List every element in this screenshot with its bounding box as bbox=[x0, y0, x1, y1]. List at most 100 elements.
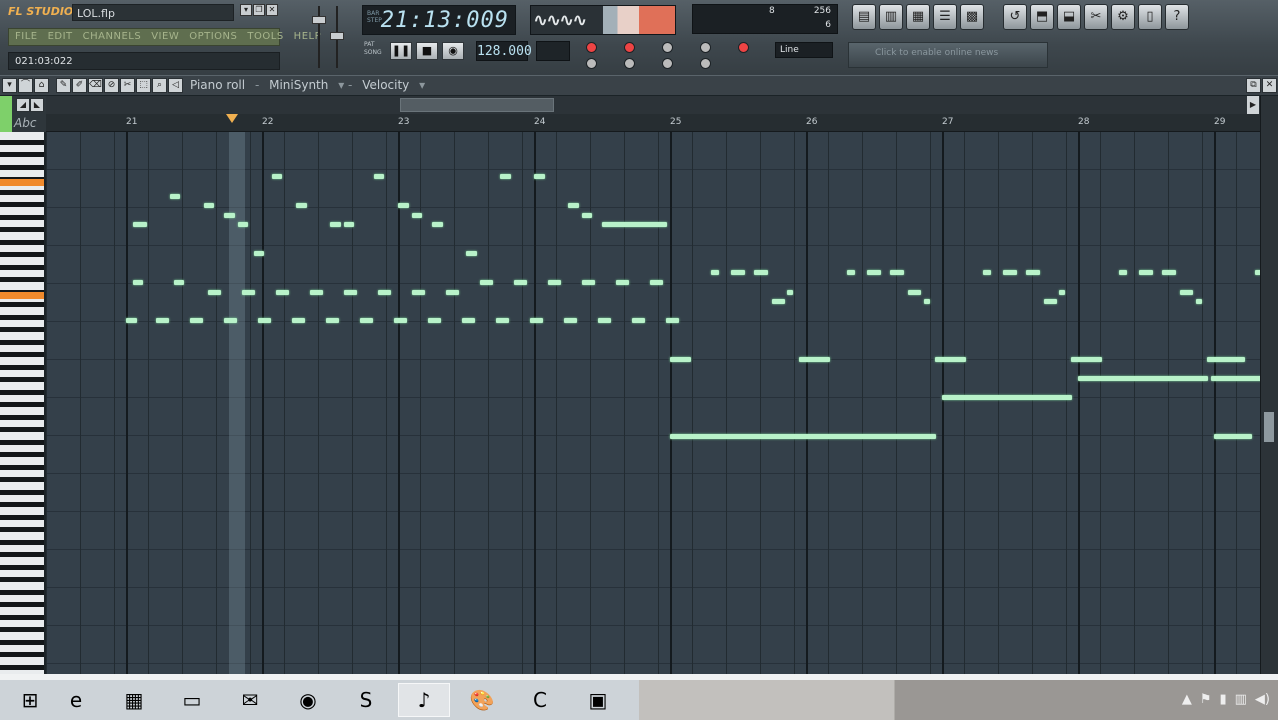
snap-selector[interactable]: Line bbox=[775, 42, 833, 58]
paint-icon[interactable]: 🎨 bbox=[456, 683, 508, 717]
undo-icon[interactable]: ↺ bbox=[1003, 4, 1027, 30]
start-icon[interactable]: ⊞ bbox=[4, 683, 56, 717]
note[interactable] bbox=[330, 222, 341, 228]
note[interactable] bbox=[597, 318, 612, 324]
step-sequencer-icon[interactable]: ▥ bbox=[879, 4, 903, 30]
network-icon[interactable]: ▥ bbox=[1235, 692, 1247, 707]
pause-button[interactable]: ❚❚ bbox=[390, 42, 412, 60]
battery-icon[interactable]: ▮ bbox=[1219, 692, 1226, 707]
note[interactable] bbox=[189, 318, 204, 324]
note[interactable] bbox=[398, 203, 409, 209]
note[interactable] bbox=[534, 174, 545, 180]
note[interactable] bbox=[432, 222, 443, 228]
loop-record-toggle-icon[interactable] bbox=[700, 42, 711, 53]
system-tray[interactable]: ▲ ⚑ ▮ ▥ ◀) bbox=[1182, 692, 1270, 707]
note[interactable] bbox=[982, 270, 991, 276]
note[interactable] bbox=[132, 222, 148, 228]
pat-song-switch[interactable]: PAT SONG bbox=[364, 41, 382, 57]
note[interactable] bbox=[602, 222, 667, 228]
note[interactable] bbox=[1058, 289, 1065, 295]
menu-file[interactable]: FILE bbox=[15, 31, 38, 43]
save-icon[interactable]: ⬒ bbox=[1030, 4, 1054, 30]
note[interactable] bbox=[466, 251, 477, 257]
file-explorer-icon[interactable]: ▭ bbox=[166, 683, 218, 717]
zoom-out-icon[interactable]: ◢ bbox=[16, 98, 30, 112]
event-target-selector[interactable]: Velocity bbox=[362, 78, 409, 92]
note[interactable] bbox=[710, 270, 719, 276]
note[interactable] bbox=[631, 318, 646, 324]
note[interactable] bbox=[1196, 299, 1203, 305]
note[interactable] bbox=[670, 356, 692, 362]
vertical-scroll-thumb[interactable] bbox=[1264, 412, 1274, 442]
note[interactable] bbox=[173, 280, 185, 285]
mail-icon[interactable]: ✉ bbox=[224, 683, 276, 717]
wait-input-toggle-icon[interactable] bbox=[624, 58, 635, 69]
note[interactable] bbox=[670, 433, 937, 439]
piano-roll-icon[interactable]: ▦ bbox=[906, 4, 930, 30]
timeline-ruler[interactable]: 21 22 23 24 25 26 27 28 29 bbox=[46, 114, 1260, 132]
note[interactable] bbox=[1214, 433, 1252, 439]
note[interactable] bbox=[890, 270, 904, 276]
note[interactable] bbox=[223, 212, 235, 218]
select-tool-icon[interactable]: ⬚ bbox=[136, 78, 151, 93]
note[interactable] bbox=[291, 318, 306, 324]
note[interactable] bbox=[1162, 270, 1176, 276]
internet-explorer-icon[interactable]: e bbox=[50, 683, 102, 717]
note[interactable] bbox=[495, 318, 510, 324]
note[interactable] bbox=[257, 318, 272, 324]
note[interactable] bbox=[1044, 299, 1058, 305]
note[interactable] bbox=[786, 289, 793, 295]
note[interactable] bbox=[563, 318, 578, 324]
tray-arrow-icon[interactable]: ▲ bbox=[1182, 692, 1192, 707]
note[interactable] bbox=[309, 289, 323, 295]
blend-notes-toggle-icon[interactable] bbox=[738, 42, 749, 53]
record-button[interactable]: ◉ bbox=[442, 42, 464, 60]
note[interactable] bbox=[1003, 270, 1017, 276]
note[interactable] bbox=[207, 289, 221, 295]
note[interactable] bbox=[942, 395, 1073, 401]
note[interactable] bbox=[445, 289, 459, 295]
volume-icon[interactable]: ◀) bbox=[1255, 692, 1270, 707]
note[interactable] bbox=[754, 270, 768, 276]
snap-icon[interactable]: ⌂ bbox=[34, 78, 49, 93]
skype-icon[interactable]: S bbox=[340, 683, 392, 717]
draw-tool-icon[interactable]: ✎ bbox=[56, 78, 71, 93]
note[interactable] bbox=[411, 212, 423, 218]
note[interactable] bbox=[581, 280, 595, 285]
note[interactable] bbox=[155, 318, 170, 324]
note[interactable] bbox=[846, 270, 855, 276]
close-piano-roll-icon[interactable]: ✕ bbox=[1262, 78, 1277, 93]
note[interactable] bbox=[529, 318, 544, 324]
note[interactable] bbox=[393, 318, 408, 324]
note[interactable] bbox=[513, 280, 527, 285]
note[interactable] bbox=[223, 318, 238, 324]
menu-tools[interactable]: TOOLS bbox=[247, 31, 283, 43]
flag-icon[interactable]: ⚑ bbox=[1200, 692, 1212, 707]
note[interactable] bbox=[665, 318, 680, 324]
note[interactable] bbox=[271, 174, 283, 180]
zoom-in-icon[interactable]: ◣ bbox=[30, 98, 44, 112]
note[interactable] bbox=[237, 222, 249, 228]
note[interactable] bbox=[1078, 376, 1209, 381]
restore-button[interactable]: ❐ bbox=[253, 4, 265, 16]
project-info-icon[interactable]: ▯ bbox=[1138, 4, 1162, 30]
note[interactable] bbox=[615, 280, 629, 285]
note[interactable] bbox=[325, 318, 340, 324]
note[interactable] bbox=[1180, 289, 1194, 295]
note[interactable] bbox=[867, 270, 881, 276]
menu-channels[interactable]: CHANNELS bbox=[83, 31, 142, 43]
note[interactable] bbox=[568, 203, 579, 209]
note[interactable] bbox=[132, 280, 144, 285]
note[interactable] bbox=[296, 203, 307, 209]
paint-tool-icon[interactable]: ✐ bbox=[72, 78, 87, 93]
playback-tool-icon[interactable]: ◁ bbox=[168, 78, 183, 93]
master-pitch-slider[interactable] bbox=[330, 4, 344, 70]
instrument-selector[interactable]: MiniSynth bbox=[269, 78, 328, 92]
vertical-scrollbar[interactable] bbox=[1260, 96, 1278, 674]
help-icon[interactable]: ? bbox=[1165, 4, 1189, 30]
note[interactable] bbox=[581, 212, 593, 218]
note[interactable] bbox=[1207, 356, 1245, 362]
online-news-panel[interactable]: Click to enable online news bbox=[848, 42, 1048, 68]
horizontal-scroll-thumb[interactable] bbox=[400, 98, 554, 112]
note-grid[interactable] bbox=[46, 132, 1260, 674]
